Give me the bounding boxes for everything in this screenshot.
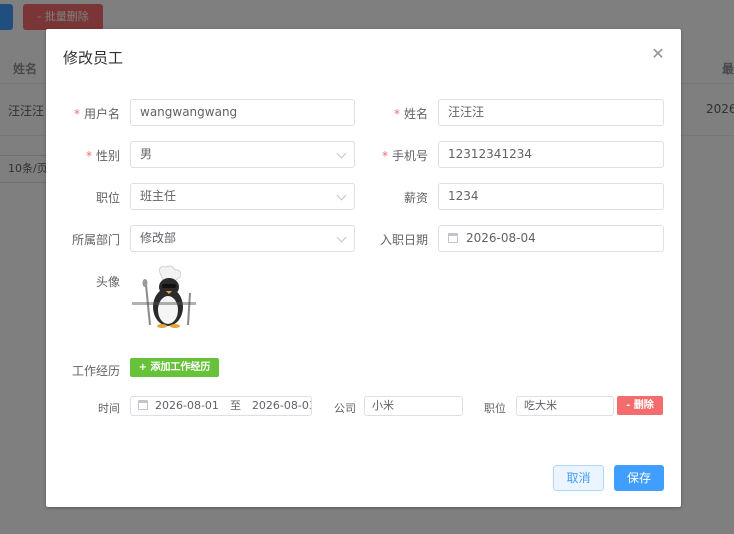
entry-date-picker[interactable]: 2026-08-04 (438, 225, 664, 252)
range-separator: 至 (229, 399, 241, 412)
delete-work-experience-button[interactable]: - 删除 (617, 396, 663, 415)
calendar-icon (448, 233, 458, 243)
work-time-range-picker[interactable]: 2026-08-01 至 2026-08-03 (130, 396, 312, 416)
gender-value: 男 (140, 147, 153, 161)
company-input[interactable]: 小米 (364, 396, 463, 416)
cancel-button[interactable]: 取消 (553, 465, 604, 491)
name-input[interactable]: 汪汪汪 (438, 99, 664, 126)
save-button[interactable]: 保存 (614, 465, 664, 491)
entry-date-value: 2026-08-04 (466, 231, 536, 245)
gender-select[interactable]: 男 (130, 141, 355, 168)
salary-label: 薪资 (403, 191, 428, 205)
work-experience-label: 工作经历 (71, 364, 120, 378)
work-position-label: 职位 (484, 402, 506, 415)
company-label: 公司 (334, 402, 356, 415)
position-label: 职位 (95, 191, 120, 205)
add-work-experience-button[interactable]: + 添加工作经历 (130, 358, 219, 377)
phone-label: * 手机号 (381, 149, 428, 163)
name-label: * 姓名 (393, 107, 428, 121)
entry-date-label: 入职日期 (379, 233, 428, 247)
salary-input[interactable]: 1234 (438, 183, 664, 210)
close-icon[interactable]: ✕ (651, 46, 665, 62)
chevron-down-icon (336, 232, 347, 243)
phone-input[interactable]: 12312341234 (438, 141, 664, 168)
username-input[interactable]: wangwangwang (130, 99, 355, 126)
chevron-down-icon (336, 148, 347, 159)
position-value: 班主任 (140, 189, 177, 203)
position-select[interactable]: 班主任 (130, 183, 355, 210)
edit-employee-dialog: 修改员工 ✕ * 用户名 wangwangwang * 姓名 汪汪汪 * 性别 男 *… (46, 29, 681, 507)
department-value: 修改部 (140, 231, 177, 245)
work-position-input[interactable]: 吃大米 (516, 396, 614, 416)
gender-label: * 性别 (85, 149, 120, 163)
time-label: 时间 (98, 402, 120, 415)
dialog-title: 修改员工 (63, 49, 124, 67)
work-start-date: 2026-08-01 (155, 399, 219, 412)
calendar-icon (138, 400, 148, 410)
username-label: * 用户名 (73, 107, 120, 121)
work-end-date: 2026-08-03 (251, 399, 312, 412)
department-label: 所属部门 (71, 233, 120, 247)
department-select[interactable]: 修改部 (130, 225, 355, 252)
avatar-image[interactable] (130, 265, 200, 329)
avatar-label: 头像 (95, 275, 120, 289)
chevron-down-icon (336, 190, 347, 201)
